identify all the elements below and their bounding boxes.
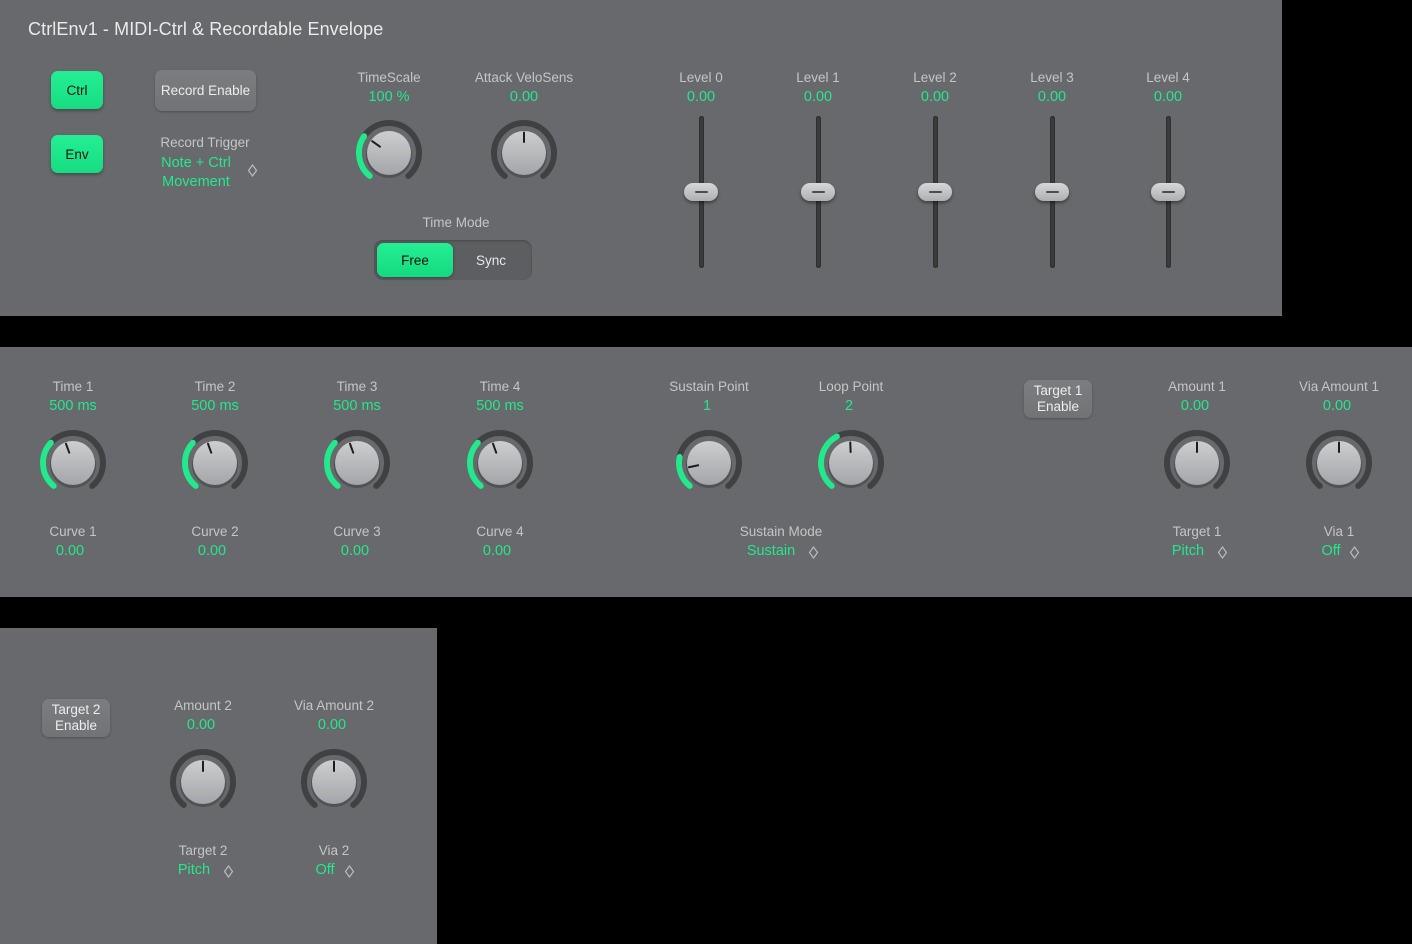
amount-2-knob[interactable] xyxy=(166,745,240,819)
via-1-value[interactable]: Off xyxy=(1321,543,1340,559)
time-mode-option-free[interactable]: Free xyxy=(377,243,453,277)
record-trigger-value[interactable]: Note + Ctrl Movement xyxy=(141,154,251,192)
time-2-label: Time 2 xyxy=(195,379,236,394)
via-amount-2-knob[interactable] xyxy=(297,745,371,819)
target-1-enable-line2: Enable xyxy=(1037,399,1079,415)
chevron-updown-icon[interactable] xyxy=(808,546,819,559)
time-3-knob[interactable] xyxy=(320,426,394,500)
env-button-label: Env xyxy=(65,147,88,162)
level-4-label: Level 4 xyxy=(1146,70,1190,85)
amount-2-value: 0.00 xyxy=(187,717,215,733)
via-amount-1-label: Via Amount 1 xyxy=(1299,379,1379,394)
time-4-label: Time 4 xyxy=(480,379,521,394)
level-3-slider[interactable] xyxy=(1035,116,1069,268)
via-amount-2-label: Via Amount 2 xyxy=(294,698,374,713)
timescale-value: 100 % xyxy=(368,89,409,105)
attack-velosens-label: Attack VeloSens xyxy=(475,70,573,85)
level-2-label: Level 2 xyxy=(913,70,957,85)
curve-3-value: 0.00 xyxy=(341,543,369,559)
level-1-slider[interactable] xyxy=(801,116,835,268)
chevron-updown-icon[interactable] xyxy=(1217,546,1228,559)
sustain-point-knob[interactable] xyxy=(672,426,746,500)
time-mode-option-sync[interactable]: Sync xyxy=(453,243,529,277)
time-mode-segmented-control[interactable]: Free Sync xyxy=(374,240,532,280)
chevron-updown-icon[interactable] xyxy=(1349,546,1360,559)
via-1-label: Via 1 xyxy=(1324,524,1355,539)
loop-point-value: 2 xyxy=(845,398,853,414)
time-1-value: 500 ms xyxy=(49,398,97,414)
target-1-value[interactable]: Pitch xyxy=(1172,543,1204,559)
time-3-label: Time 3 xyxy=(337,379,378,394)
slider-thumb[interactable] xyxy=(684,183,718,201)
curve-4-label: Curve 4 xyxy=(476,524,523,539)
time-1-knob[interactable] xyxy=(36,426,110,500)
curve-2-label: Curve 2 xyxy=(191,524,238,539)
sustain-point-value: 1 xyxy=(703,398,711,414)
record-enable-label: Record Enable xyxy=(161,83,250,99)
chevron-updown-icon[interactable] xyxy=(344,865,355,878)
via-amount-2-value: 0.00 xyxy=(318,717,346,733)
time-4-knob[interactable] xyxy=(463,426,537,500)
curve-1-value: 0.00 xyxy=(56,543,84,559)
time-3-value: 500 ms xyxy=(333,398,381,414)
level-3-label: Level 3 xyxy=(1030,70,1074,85)
attack-velosens-value: 0.00 xyxy=(510,89,538,105)
level-0-value: 0.00 xyxy=(687,89,715,105)
time-4-value: 500 ms xyxy=(476,398,524,414)
target-1-enable-button[interactable]: Target 1 Enable xyxy=(1024,380,1092,418)
slider-thumb[interactable] xyxy=(1151,183,1185,201)
timescale-knob[interactable] xyxy=(352,116,426,190)
target-2-enable-line1: Target 2 xyxy=(52,702,101,718)
level-1-value: 0.00 xyxy=(804,89,832,105)
ctrl-button-label: Ctrl xyxy=(67,83,88,98)
time-1-label: Time 1 xyxy=(53,379,94,394)
slider-thumb[interactable] xyxy=(801,183,835,201)
target-2-enable-button[interactable]: Target 2 Enable xyxy=(42,699,110,737)
level-0-label: Level 0 xyxy=(679,70,723,85)
page-title: CtrlEnv1 - MIDI-Ctrl & Recordable Envelo… xyxy=(28,19,383,40)
target-1-label: Target 1 xyxy=(1173,524,1222,539)
via-amount-1-value: 0.00 xyxy=(1323,398,1351,414)
attack-velosens-knob[interactable] xyxy=(487,116,561,190)
curve-2-value: 0.00 xyxy=(198,543,226,559)
level-4-slider[interactable] xyxy=(1151,116,1185,268)
record-enable-button[interactable]: Record Enable xyxy=(155,70,256,111)
level-2-slider[interactable] xyxy=(918,116,952,268)
amount-1-label: Amount 1 xyxy=(1168,379,1226,394)
level-1-label: Level 1 xyxy=(796,70,840,85)
curve-3-label: Curve 3 xyxy=(333,524,380,539)
via-amount-1-knob[interactable] xyxy=(1302,426,1376,500)
slider-thumb[interactable] xyxy=(918,183,952,201)
target-2-enable-line2: Enable xyxy=(55,718,97,734)
level-2-value: 0.00 xyxy=(921,89,949,105)
curve-4-value: 0.00 xyxy=(483,543,511,559)
sustain-point-label: Sustain Point xyxy=(669,379,749,394)
via-2-value[interactable]: Off xyxy=(315,862,334,878)
slider-thumb[interactable] xyxy=(1035,183,1069,201)
amount-1-value: 0.00 xyxy=(1181,398,1209,414)
sustain-mode-value[interactable]: Sustain xyxy=(747,543,795,559)
curve-1-label: Curve 1 xyxy=(49,524,96,539)
ctrl-button[interactable]: Ctrl xyxy=(51,71,103,109)
timescale-label: TimeScale xyxy=(357,70,420,85)
chevron-updown-icon[interactable] xyxy=(223,865,234,878)
via-2-label: Via 2 xyxy=(319,843,350,858)
level-4-value: 0.00 xyxy=(1154,89,1182,105)
env-button[interactable]: Env xyxy=(51,135,103,173)
amount-1-knob[interactable] xyxy=(1160,426,1234,500)
amount-2-label: Amount 2 xyxy=(174,698,232,713)
time-mode-label: Time Mode xyxy=(422,215,489,230)
target-2-label: Target 2 xyxy=(179,843,228,858)
loop-point-knob[interactable] xyxy=(814,426,888,500)
target-1-enable-line1: Target 1 xyxy=(1034,383,1083,399)
loop-point-label: Loop Point xyxy=(819,379,884,394)
time-2-value: 500 ms xyxy=(191,398,239,414)
chevron-updown-icon[interactable] xyxy=(247,164,258,177)
level-3-value: 0.00 xyxy=(1038,89,1066,105)
sustain-mode-label: Sustain Mode xyxy=(740,524,823,539)
record-trigger-label: Record Trigger xyxy=(160,135,249,150)
target-2-value[interactable]: Pitch xyxy=(178,862,210,878)
time-2-knob[interactable] xyxy=(178,426,252,500)
level-0-slider[interactable] xyxy=(684,116,718,268)
